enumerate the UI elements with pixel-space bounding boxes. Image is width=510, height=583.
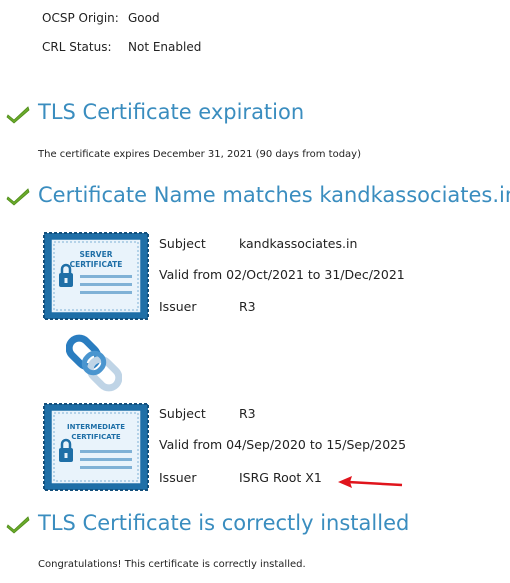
badge-line2: CERTIFICATE [70, 260, 123, 269]
subject-label: Subject [159, 406, 206, 421]
chain-link-icon [66, 334, 122, 392]
valid-range: Valid from 04/Sep/2020 to 15/Sep/2025 [159, 437, 407, 452]
section-title-name-match: Certificate Name matches kandkassociates… [38, 183, 510, 207]
ocsp-origin-value: Good [128, 11, 160, 25]
section-title-installed: TLS Certificate is correctly installed [38, 511, 410, 535]
issuer-label: Issuer [159, 470, 197, 485]
check-icon [6, 188, 30, 206]
section-title-expiration: TLS Certificate expiration [38, 100, 305, 124]
installed-text: Congratulations! This certificate is cor… [38, 559, 306, 570]
issuer-value: R3 [239, 299, 256, 314]
subject-label: Subject [159, 236, 206, 251]
subject-value: R3 [239, 406, 256, 421]
check-icon [6, 516, 30, 534]
badge-line1: SERVER [79, 250, 112, 259]
check-icon [6, 106, 30, 124]
issuer-value: ISRG Root X1 [239, 470, 322, 485]
valid-range: Valid from 02/Oct/2021 to 31/Dec/2021 [159, 267, 405, 282]
crl-status-value: Not Enabled [128, 40, 202, 54]
server-certificate-icon: SERVER CERTIFICATE [43, 232, 149, 320]
expiration-text: The certificate expires December 31, 202… [38, 149, 361, 160]
subject-value: kandkassociates.in [239, 236, 358, 251]
badge-line2: CERTIFICATE [71, 433, 121, 441]
crl-status-label: CRL Status: [42, 40, 112, 54]
red-arrow-icon [338, 476, 403, 488]
badge-line1: INTERMEDIATE [67, 423, 125, 431]
ocsp-origin-label: OCSP Origin: [42, 11, 119, 25]
intermediate-certificate-icon: INTERMEDIATE CERTIFICATE [43, 403, 149, 491]
issuer-label: Issuer [159, 299, 197, 314]
